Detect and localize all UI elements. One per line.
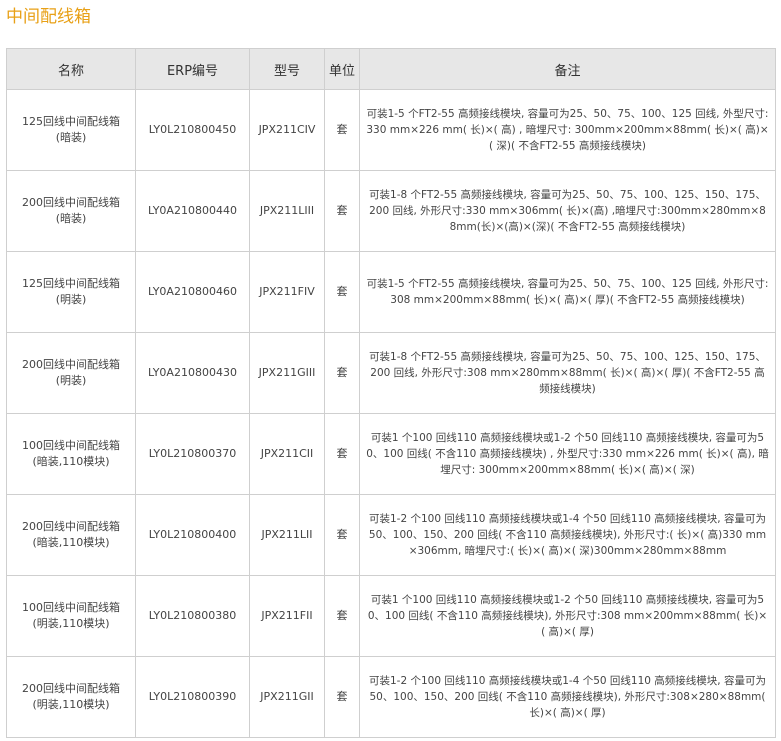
- cell-erp: LY0A210800440: [135, 170, 250, 252]
- cell-erp: LY0A210800430: [135, 332, 250, 414]
- cell-model: JPX211FII: [249, 575, 325, 657]
- cell-erp: LY0L210800450: [135, 89, 250, 171]
- cell-erp: LY0L210800400: [135, 494, 250, 576]
- header-model: 型号: [249, 48, 325, 90]
- table-header-row: 名称 ERP编号 型号 单位 备注: [6, 48, 776, 90]
- cell-name: 200回线中间配线箱 (明装): [6, 332, 136, 414]
- header-note: 备注: [359, 48, 776, 90]
- table-row: 200回线中间配线箱 (暗装) LY0A210800440 JPX211LIII 套可装…: [6, 170, 776, 252]
- cell-unit: 套: [324, 656, 360, 738]
- cell-erp: LY0L210800380: [135, 575, 250, 657]
- table-body: 125回线中间配线箱 (暗装) LY0L210800450 JPX211CIV 套可装1…: [6, 89, 776, 738]
- cell-name: 200回线中间配线箱 (暗装): [6, 170, 136, 252]
- cell-name: 100回线中间配线箱 (明装,110模块): [6, 575, 136, 657]
- cell-name: 100回线中间配线箱 (暗装,110模块): [6, 413, 136, 495]
- cell-model: JPX211CII: [249, 413, 325, 495]
- table-row: 100回线中间配线箱 (暗装,110模块) LY0L210800370 JPX211C…: [6, 413, 776, 495]
- cell-model: JPX211GIII: [249, 332, 325, 414]
- header-unit: 单位: [324, 48, 360, 90]
- cell-note: 可装1-2 个100 回线110 高频接线模块或1-4 个50 回线110 高频…: [359, 494, 776, 576]
- table-row: 125回线中间配线箱 (暗装) LY0L210800450 JPX211CIV 套可装1…: [6, 89, 776, 171]
- table-row: 125回线中间配线箱 (明装) LY0A210800460 JPX211FIV 套可装1…: [6, 251, 776, 333]
- table-row: 200回线中间配线箱 (明装) LY0A210800430 JPX211GIII 套可装…: [6, 332, 776, 414]
- cell-name: 200回线中间配线箱 (明装,110模块): [6, 656, 136, 738]
- cell-name: 125回线中间配线箱 (暗装): [6, 89, 136, 171]
- table-row: 100回线中间配线箱 (明装,110模块) LY0L210800380 JPX211F…: [6, 575, 776, 657]
- page-title: 中间配线箱: [6, 7, 91, 27]
- cell-note: 可装1-8 个FT2-55 高频接线模块, 容量可为25、50、75、100、1…: [359, 332, 776, 414]
- table-row: 200回线中间配线箱 (暗装,110模块) LY0L210800400 JPX211L…: [6, 494, 776, 576]
- cell-erp: LY0L210800370: [135, 413, 250, 495]
- cell-model: JPX211GII: [249, 656, 325, 738]
- cell-erp: LY0A210800460: [135, 251, 250, 333]
- table-row: 200回线中间配线箱 (明装,110模块) LY0L210800390 JPX211G…: [6, 656, 776, 738]
- cell-note: 可装1-8 个FT2-55 高频接线模块, 容量可为25、50、75、100、1…: [359, 170, 776, 252]
- cell-unit: 套: [324, 575, 360, 657]
- cell-model: JPX211CIV: [249, 89, 325, 171]
- cell-note: 可装1-5 个FT2-55 高频接线模块, 容量可为25、50、75、100、1…: [359, 251, 776, 333]
- cell-name: 200回线中间配线箱 (暗装,110模块): [6, 494, 136, 576]
- cell-note: 可装1-5 个FT2-55 高频接线模块, 容量可为25、50、75、100、1…: [359, 89, 776, 171]
- cell-unit: 套: [324, 170, 360, 252]
- cell-name: 125回线中间配线箱 (明装): [6, 251, 136, 333]
- cell-unit: 套: [324, 413, 360, 495]
- cell-erp: LY0L210800390: [135, 656, 250, 738]
- cell-model: JPX211LIII: [249, 170, 325, 252]
- cell-unit: 套: [324, 251, 360, 333]
- cell-model: JPX211FIV: [249, 251, 325, 333]
- header-erp: ERP编号: [135, 48, 250, 90]
- product-table: 名称 ERP编号 型号 单位 备注 125回线中间配线箱 (暗装) LY0L2108…: [6, 48, 776, 738]
- cell-note: 可装1 个100 回线110 高频接线模块或1-2 个50 回线110 高频接线…: [359, 575, 776, 657]
- header-name: 名称: [6, 48, 136, 90]
- cell-unit: 套: [324, 332, 360, 414]
- cell-unit: 套: [324, 89, 360, 171]
- cell-note: 可装1-2 个100 回线110 高频接线模块或1-4 个50 回线110 高频…: [359, 656, 776, 738]
- cell-unit: 套: [324, 494, 360, 576]
- cell-model: JPX211LII: [249, 494, 325, 576]
- cell-note: 可装1 个100 回线110 高频接线模块或1-2 个50 回线110 高频接线…: [359, 413, 776, 495]
